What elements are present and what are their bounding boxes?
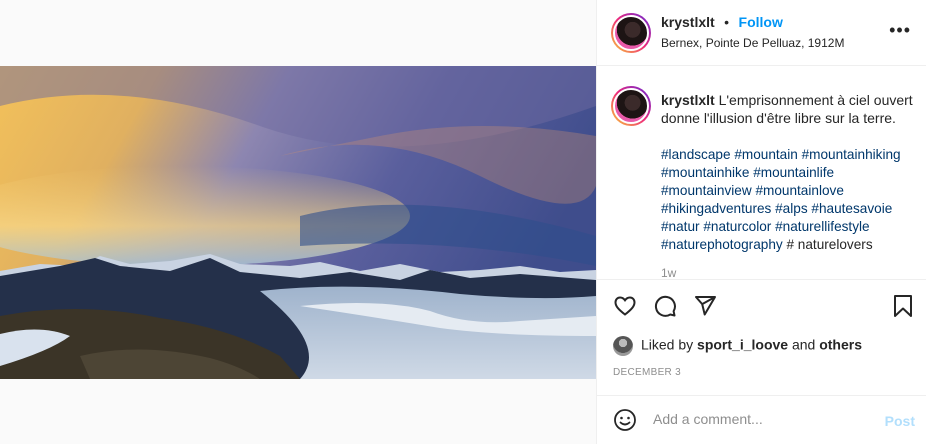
emoji-icon[interactable] <box>613 408 637 432</box>
hashtag-link[interactable]: #hautesavoie <box>811 201 892 216</box>
liker-avatar[interactable] <box>613 336 633 356</box>
hashtag-link[interactable]: #mountainlove <box>755 183 843 198</box>
comment-input[interactable] <box>651 410 875 428</box>
likes-connector: and <box>791 336 816 353</box>
hashtag-list: #landscape #mountain #mountainhiking #mo… <box>661 146 921 254</box>
share-icon[interactable] <box>693 294 717 318</box>
hashtag-link[interactable]: #mountainhike <box>661 165 749 180</box>
post-location[interactable]: Bernex, Pointe De Pelluaz, 1912M <box>661 36 844 50</box>
follow-button[interactable]: Follow <box>739 14 783 30</box>
post-sidebar: krystlxlt • Follow Bernex, Pointe De Pel… <box>596 0 926 444</box>
post-header: krystlxlt • Follow Bernex, Pointe De Pel… <box>597 0 926 66</box>
post-date[interactable]: DECEMBER 3 <box>613 367 681 378</box>
caption-avatar[interactable] <box>611 86 651 126</box>
likes-summary: Liked by sport_i_loove and others <box>613 336 862 356</box>
caption-trailing-text: # naturelovers <box>786 237 873 252</box>
hashtag-link[interactable]: #naturcolor <box>703 219 771 234</box>
hashtag-link[interactable]: #landscape <box>661 147 731 162</box>
post-comment-button[interactable]: Post <box>885 413 915 429</box>
caption-username[interactable]: krystlxlt <box>661 92 715 108</box>
hashtag-link[interactable]: #mountain <box>734 147 797 162</box>
hashtag-link[interactable]: #alps <box>775 201 808 216</box>
more-options-icon[interactable]: ••• <box>889 20 911 41</box>
hashtag-link[interactable]: #mountainview <box>661 183 752 198</box>
comment-box: Post <box>597 396 926 444</box>
hashtag-link[interactable]: #hikingadventures <box>661 201 771 216</box>
post-photo[interactable] <box>0 66 596 379</box>
hashtag-link[interactable]: #naturellifestyle <box>775 219 869 234</box>
media-panel <box>0 0 596 444</box>
likes-prefix: Liked by <box>641 336 694 353</box>
bookmark-icon[interactable] <box>893 294 913 318</box>
post-age: 1w <box>661 266 677 280</box>
liker-username[interactable]: sport_i_loove <box>697 337 788 353</box>
author-username[interactable]: krystlxlt <box>661 14 715 30</box>
hashtag-link[interactable]: #naturephotography <box>661 237 783 252</box>
hashtag-link[interactable]: #natur <box>661 219 700 234</box>
likes-others-link[interactable]: others <box>819 337 862 353</box>
heart-icon[interactable] <box>613 294 637 318</box>
landscape-image <box>0 66 596 379</box>
caption: krystlxlt L'emprisonnement à ciel ouvert… <box>661 91 916 127</box>
author-avatar[interactable] <box>611 13 651 53</box>
hashtag-link[interactable]: #mountainhiking <box>802 147 901 162</box>
action-bar <box>597 280 926 332</box>
hashtag-link[interactable]: #mountainlife <box>753 165 834 180</box>
header-separator: • <box>724 14 730 30</box>
comment-icon[interactable] <box>653 294 677 318</box>
